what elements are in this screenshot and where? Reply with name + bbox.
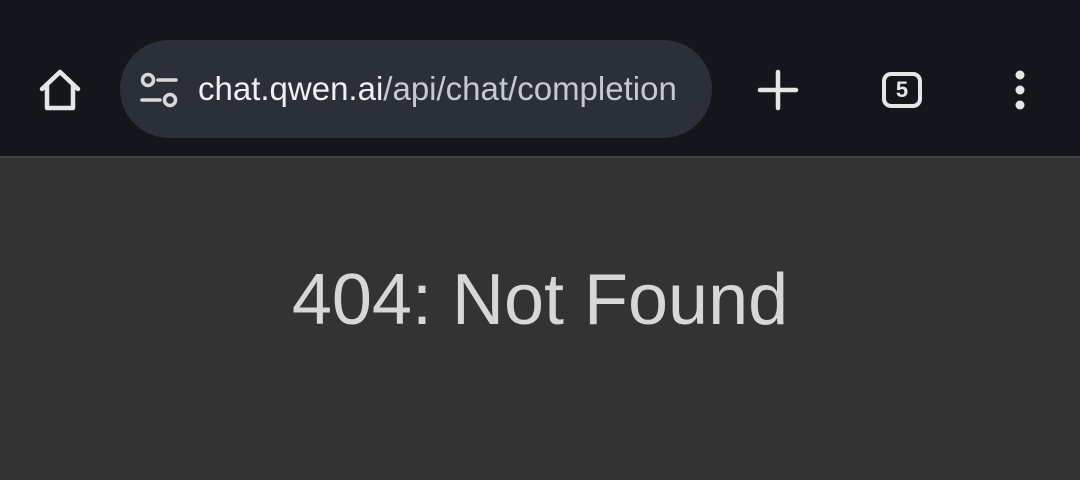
site-settings-button[interactable] [138, 70, 182, 114]
tab-count-badge: 5 [882, 72, 922, 108]
tab-switcher-button[interactable]: 5 [872, 62, 932, 118]
home-icon [39, 69, 81, 111]
url-host: chat.qwen.ai [198, 70, 384, 107]
error-message: 404: Not Found [291, 260, 789, 340]
plus-icon [757, 69, 799, 111]
url-path: /api/chat/completion [383, 70, 677, 107]
browser-toolbar: chat.qwen.ai/api/chat/completion 5 [0, 0, 1080, 158]
home-button[interactable] [28, 62, 92, 118]
new-tab-button[interactable] [748, 62, 808, 118]
page-content: 404: Not Found [0, 158, 1080, 480]
address-bar[interactable]: chat.qwen.ai/api/chat/completion [120, 40, 712, 138]
menu-button[interactable] [996, 62, 1044, 118]
tab-count: 5 [895, 77, 909, 102]
tune-icon [140, 72, 178, 108]
kebab-menu-icon [1015, 70, 1025, 110]
url-text[interactable]: chat.qwen.ai/api/chat/completion [198, 64, 694, 114]
